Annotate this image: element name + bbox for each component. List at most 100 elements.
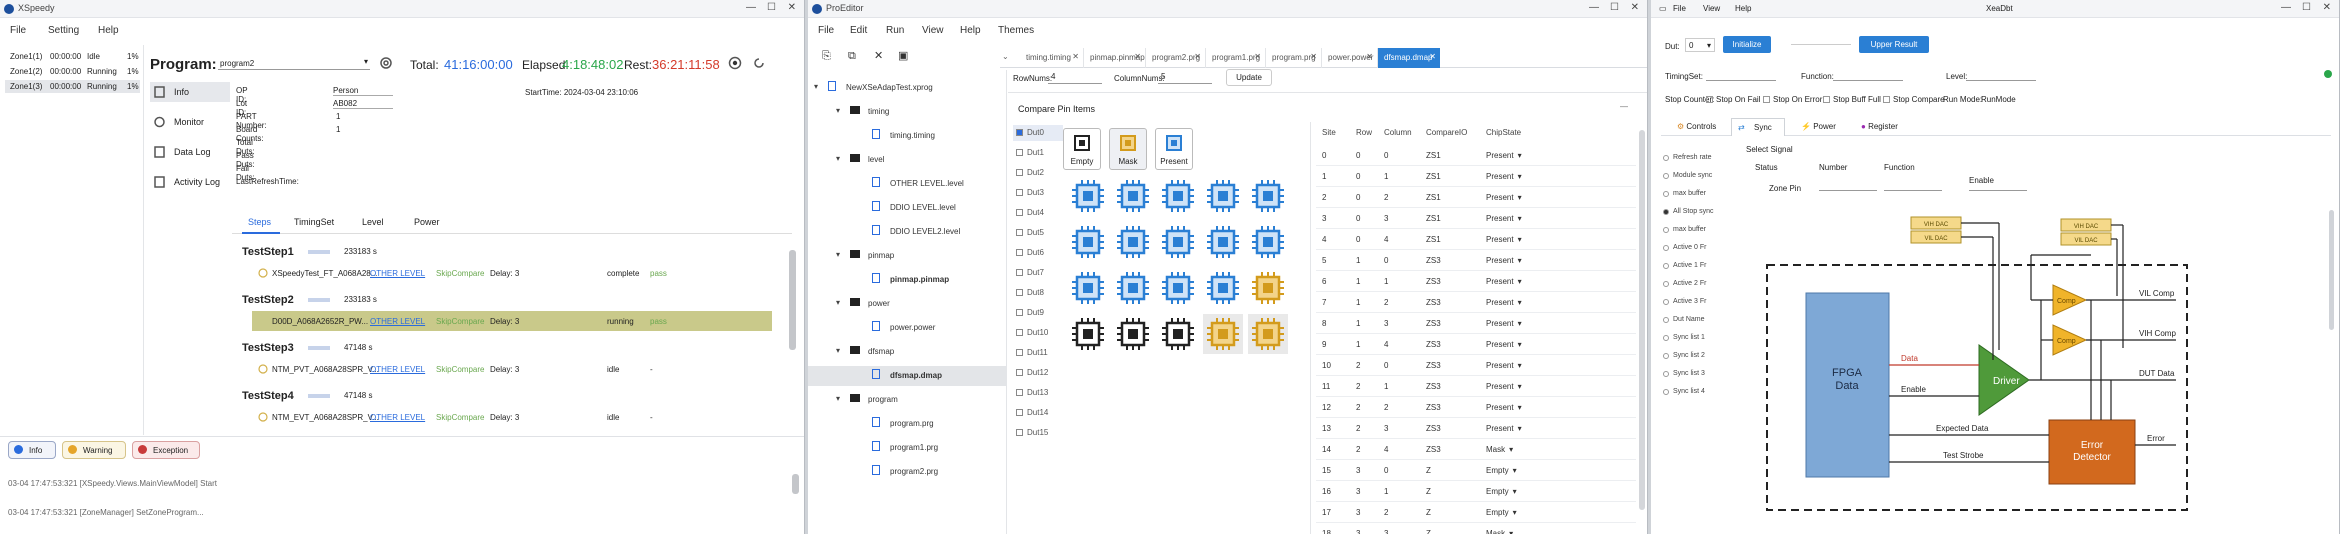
side-option[interactable]: Active 2 Fr xyxy=(1661,278,1731,292)
table-row[interactable]: 13 2 3 ZS3 Present ▾ xyxy=(1316,419,1636,439)
side-option[interactable]: Active 3 Fr xyxy=(1661,296,1731,310)
expand-icon[interactable]: ▾ xyxy=(836,154,840,163)
chipstate-select[interactable]: Empty ▾ xyxy=(1486,487,1517,496)
menu-run[interactable]: Run xyxy=(886,25,904,36)
expand-icon[interactable]: ▾ xyxy=(836,394,840,403)
tree-item[interactable]: ▾ timing xyxy=(808,102,1006,122)
dut-select[interactable]: 0 ▾ xyxy=(1685,38,1715,52)
table-row[interactable]: 3 0 3 ZS1 Present ▾ xyxy=(1316,209,1636,229)
chip-cell[interactable] xyxy=(1113,268,1153,308)
chipstate-select[interactable]: Mask ▾ xyxy=(1486,529,1513,534)
step-item[interactable]: TestStep2 233183 s D00D_A068A2652R_PW...… xyxy=(240,292,785,336)
table-row[interactable]: 6 1 1 ZS3 Present ▾ xyxy=(1316,272,1636,292)
level-link[interactable]: OTHER LEVEL xyxy=(370,269,425,278)
zone-item[interactable]: Zone1(2) 00:00:00 Running 1% xyxy=(5,65,140,78)
run-mode-select[interactable]: RunMode xyxy=(1981,95,2016,104)
refresh-icon[interactable] xyxy=(752,56,766,70)
editor-tab[interactable]: timing.timing ✕ xyxy=(1020,48,1084,68)
menu-setting[interactable]: Setting xyxy=(48,25,79,36)
table-row[interactable]: 2 0 2 ZS1 Present ▾ xyxy=(1316,188,1636,208)
chipstate-select[interactable]: Present ▾ xyxy=(1486,340,1522,349)
side-option[interactable]: Refresh rate xyxy=(1661,152,1731,166)
side-option[interactable]: Dut Name xyxy=(1661,314,1731,328)
nav-item-monitor[interactable]: Monitor xyxy=(150,112,230,132)
close-icon[interactable]: ✕ xyxy=(1429,52,1436,61)
table-row[interactable]: 14 2 4 ZS3 Mask ▾ xyxy=(1316,440,1636,460)
stop-compare-checkbox[interactable]: Stop Compare xyxy=(1883,95,1945,104)
tree-item[interactable]: OTHER LEVEL.level xyxy=(808,174,1006,194)
chipstate-select[interactable]: Present ▾ xyxy=(1486,403,1522,412)
op-id-input[interactable]: Person xyxy=(333,86,393,96)
chip-cell[interactable] xyxy=(1248,268,1288,308)
stop-on-fail-checkbox[interactable]: Stop On Fail xyxy=(1706,95,1760,104)
level-link[interactable]: OTHER LEVEL xyxy=(370,365,425,374)
expand-icon[interactable]: ▾ xyxy=(814,82,818,91)
expand-icon[interactable]: ▾ xyxy=(836,346,840,355)
gear-icon[interactable] xyxy=(378,55,394,71)
scrollbar[interactable] xyxy=(2329,210,2334,330)
step-item[interactable]: TestStep3 47148 s NTM_PVT_A068A28SPR_V..… xyxy=(240,340,785,384)
chip-cell[interactable] xyxy=(1248,314,1288,354)
function-select[interactable] xyxy=(1884,190,1942,191)
menu-help[interactable]: Help xyxy=(1735,4,1751,13)
table-row[interactable]: 18 3 3 Z Mask ▾ xyxy=(1316,524,1636,534)
chip-cell[interactable] xyxy=(1248,222,1288,262)
tab-level[interactable]: Level xyxy=(362,217,384,227)
table-row[interactable]: 10 2 0 ZS3 Present ▾ xyxy=(1316,356,1636,376)
stop-icon[interactable] xyxy=(728,56,742,70)
maximize-icon[interactable]: ☐ xyxy=(767,2,776,13)
tree-item[interactable]: ▾ level xyxy=(808,150,1006,170)
minimize-icon[interactable]: — xyxy=(1589,2,1599,13)
tab-steps[interactable]: Steps xyxy=(248,217,271,227)
side-option[interactable]: Sync list 3 xyxy=(1661,368,1731,382)
chipstate-select[interactable]: Present ▾ xyxy=(1486,172,1522,181)
side-option[interactable]: max buffer xyxy=(1661,224,1731,238)
empty-chip-button[interactable]: Empty xyxy=(1063,128,1101,170)
chipstate-select[interactable]: Mask ▾ xyxy=(1486,445,1513,454)
tree-item[interactable]: DDIO LEVEL.level xyxy=(808,198,1006,218)
chipstate-select[interactable]: Present ▾ xyxy=(1486,382,1522,391)
table-row[interactable]: 16 3 1 Z Empty ▾ xyxy=(1316,482,1636,502)
side-option[interactable]: Sync list 2 xyxy=(1661,350,1731,364)
tree-item[interactable]: pinmap.pinmap xyxy=(808,270,1006,290)
minimize-icon[interactable]: — xyxy=(2281,2,2291,13)
tab-timingset[interactable]: TimingSet xyxy=(294,217,334,227)
tree-item[interactable]: power.power xyxy=(808,318,1006,338)
stop-on-error-checkbox[interactable]: Stop On Error xyxy=(1763,95,1822,104)
dut-checkbox[interactable]: Dut12 xyxy=(1013,365,1063,381)
enable-select[interactable] xyxy=(1969,190,2027,191)
close-icon[interactable]: ✕ xyxy=(788,2,796,13)
side-option[interactable]: Sync list 1 xyxy=(1661,332,1731,346)
info-filter-button[interactable]: Info xyxy=(8,441,56,459)
table-row[interactable]: 8 1 3 ZS3 Present ▾ xyxy=(1316,314,1636,334)
side-option[interactable]: Active 1 Fr xyxy=(1661,260,1731,274)
dut-checkbox[interactable]: Dut13 xyxy=(1013,385,1063,401)
table-row[interactable]: 11 2 1 ZS3 Present ▾ xyxy=(1316,377,1636,397)
chip-cell[interactable] xyxy=(1203,176,1243,216)
chipstate-select[interactable]: Present ▾ xyxy=(1486,214,1522,223)
tree-item[interactable]: ▾ program xyxy=(808,390,1006,410)
maximize-icon[interactable]: ☐ xyxy=(2302,2,2311,13)
nav-item-activitylog[interactable]: Activity Log xyxy=(150,172,230,192)
level-link[interactable]: OTHER LEVEL xyxy=(370,317,425,326)
close-icon[interactable]: ✕ xyxy=(2323,2,2331,13)
tree-item[interactable]: timing.timing xyxy=(808,126,1006,146)
chipstate-select[interactable]: Present ▾ xyxy=(1486,235,1522,244)
table-row[interactable]: 17 3 2 Z Empty ▾ xyxy=(1316,503,1636,523)
table-row[interactable]: 12 2 2 ZS3 Present ▾ xyxy=(1316,398,1636,418)
nav-item-datalog[interactable]: Data Log xyxy=(150,142,230,162)
side-option[interactable]: max buffer xyxy=(1661,188,1731,202)
chip-cell[interactable] xyxy=(1113,222,1153,262)
level-select[interactable] xyxy=(1966,80,2036,81)
expand-icon[interactable]: ▾ xyxy=(836,298,840,307)
chip-cell[interactable] xyxy=(1068,176,1108,216)
table-scrollbar[interactable] xyxy=(1639,130,1645,510)
chip-cell[interactable] xyxy=(1158,222,1198,262)
close-icon[interactable]: ✕ xyxy=(1310,52,1317,61)
present-chip-button[interactable]: Present xyxy=(1155,128,1193,170)
editor-tab[interactable]: dfsmap.dmap ✕ xyxy=(1378,48,1440,68)
editor-tab[interactable]: pinmap.pinmap ✕ xyxy=(1084,48,1146,68)
side-option[interactable]: Module sync xyxy=(1661,170,1731,184)
chip-cell[interactable] xyxy=(1113,176,1153,216)
minimize-icon[interactable]: — xyxy=(746,2,756,13)
